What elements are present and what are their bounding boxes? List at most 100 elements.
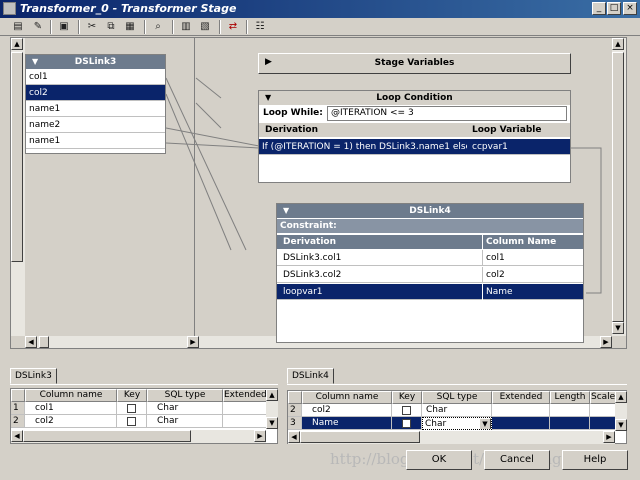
scroll-left-icon[interactable]: ◀ — [288, 431, 300, 443]
grid-horizontal-scrollbar[interactable]: ◀ ▶ — [288, 431, 615, 444]
grid-vertical-scrollbar[interactable]: ▲ ▼ — [615, 391, 627, 431]
paste-icon[interactable]: ▦ — [122, 20, 138, 34]
toolbar-separator — [246, 20, 248, 34]
key-checkbox[interactable] — [402, 406, 411, 415]
column-name-cell[interactable]: Name — [302, 417, 392, 430]
stage-variables-bar[interactable]: ▶ Stage Variables — [258, 53, 571, 74]
sql-type-value: Char — [425, 419, 447, 429]
column-name-cell[interactable]: col2 — [302, 404, 392, 417]
link-column[interactable]: col1 — [26, 69, 165, 85]
derivation-cell[interactable]: loopvar1 — [280, 284, 480, 300]
scroll-down-icon[interactable]: ▼ — [266, 417, 278, 429]
save-columns-icon[interactable]: ▧ — [197, 20, 213, 34]
constraint-row[interactable]: Constraint: — [277, 219, 583, 233]
scroll-left-icon[interactable]: ◀ — [11, 430, 23, 442]
stage-properties-icon[interactable]: ▤ — [10, 20, 26, 34]
scroll-up-icon[interactable]: ▲ — [615, 391, 627, 403]
sql-type-select[interactable]: Char ▼ — [422, 417, 492, 430]
sql-type-cell[interactable]: Char — [422, 404, 492, 417]
scroll-right-icon[interactable]: ▶ — [600, 336, 612, 348]
loop-variable-cell[interactable]: ccpvar1 — [469, 139, 508, 155]
loop-condition-header[interactable]: ▼ Loop Condition — [259, 91, 570, 105]
link-header[interactable]: ▼ DSLink3 — [26, 55, 165, 69]
right-pane-scrollbar[interactable]: ▲ ▼ — [612, 38, 626, 336]
loop-variable-header: Loop Variable — [472, 125, 542, 135]
link-title: DSLink4 — [409, 206, 451, 216]
scroll-thumb[interactable] — [23, 430, 191, 442]
mapping-line — [195, 77, 222, 99]
close-button[interactable]: × — [623, 2, 637, 15]
collapse-icon[interactable]: ▼ — [283, 204, 289, 218]
collapse-icon[interactable]: ▼ — [265, 91, 271, 105]
column-name-cell[interactable]: col2 — [482, 267, 505, 283]
tab-dslink3[interactable]: DSLink3 — [10, 368, 57, 384]
copy-icon[interactable]: ⧉ — [103, 20, 119, 34]
grid-vertical-scrollbar[interactable]: ▲ ▼ — [266, 389, 278, 429]
scale-cell[interactable] — [590, 417, 616, 430]
extended-cell[interactable] — [223, 415, 267, 428]
input-link-ordering-icon[interactable]: ☷ — [252, 20, 268, 34]
key-cell[interactable] — [392, 417, 422, 430]
column-name-cell[interactable]: col1 — [25, 402, 117, 415]
link-column[interactable]: col2 — [26, 85, 165, 101]
link-column[interactable]: name1 — [26, 101, 165, 117]
input-link-dslink3[interactable]: ▼ DSLink3 col1 col2 name1 name2 name1 — [25, 54, 166, 154]
grid-horizontal-scrollbar[interactable]: ◀ ▶ — [11, 430, 266, 443]
dropdown-arrow-icon[interactable]: ▼ — [479, 418, 491, 429]
key-checkbox[interactable] — [127, 404, 136, 413]
show-all-icon[interactable]: ▣ — [56, 20, 72, 34]
link-column[interactable]: name2 — [26, 117, 165, 133]
cancel-button[interactable]: Cancel — [484, 450, 550, 470]
scroll-thumb[interactable] — [612, 52, 624, 322]
scroll-up-icon[interactable]: ▲ — [266, 389, 278, 401]
sql-type-cell[interactable]: Char — [147, 415, 223, 428]
sql-type-cell[interactable]: Char — [147, 402, 223, 415]
tab-dslink4[interactable]: DSLink4 — [287, 368, 334, 384]
key-checkbox[interactable] — [127, 417, 136, 426]
load-columns-icon[interactable]: ▥ — [178, 20, 194, 34]
maximize-button[interactable]: □ — [607, 2, 621, 15]
output-row[interactable]: DSLink3.col1 col1 — [277, 250, 583, 266]
loop-while-input[interactable]: @ITERATION <= 3 — [327, 106, 567, 121]
column-name-cell[interactable]: col2 — [25, 415, 117, 428]
column-auto-match-icon[interactable]: ⇄ — [225, 20, 241, 34]
link-header[interactable]: ▼ DSLink4 — [277, 204, 583, 218]
derivation-cell[interactable]: DSLink3.col2 — [280, 267, 480, 283]
column-name-cell[interactable]: col1 — [482, 250, 505, 266]
extended-cell[interactable] — [492, 417, 550, 430]
loop-while-row: Loop While: @ITERATION <= 3 — [259, 106, 570, 122]
derivation-cell[interactable]: DSLink3.col1 — [280, 250, 480, 266]
extended-header: Extended — [223, 389, 267, 402]
find-icon[interactable]: ⌕ — [150, 20, 166, 34]
length-cell[interactable] — [550, 417, 590, 430]
scroll-up-icon[interactable]: ▲ — [612, 38, 624, 50]
scroll-right-icon[interactable]: ▶ — [187, 336, 199, 348]
key-cell[interactable] — [392, 404, 422, 417]
loop-derivation-cell[interactable]: If (@ITERATION = 1) then DSLink3.name1 e… — [259, 139, 467, 155]
scroll-right-icon[interactable]: ▶ — [254, 430, 266, 442]
cut-icon[interactable]: ✂ — [84, 20, 100, 34]
scroll-down-icon[interactable]: ▼ — [615, 419, 627, 431]
scroll-thumb[interactable] — [39, 336, 49, 348]
scroll-left-icon[interactable]: ◀ — [25, 336, 37, 348]
collapse-icon[interactable]: ▼ — [32, 55, 38, 69]
scale-cell[interactable] — [590, 404, 616, 417]
length-cell[interactable] — [550, 404, 590, 417]
ok-button[interactable]: OK — [406, 450, 472, 470]
scroll-thumb[interactable] — [300, 431, 420, 443]
link-column[interactable]: name1 — [26, 133, 165, 149]
key-cell[interactable] — [117, 415, 147, 428]
key-cell[interactable] — [117, 402, 147, 415]
extended-cell[interactable] — [492, 404, 550, 417]
column-name-cell[interactable]: Name — [482, 284, 513, 300]
loop-variable-row[interactable]: If (@ITERATION = 1) then DSLink3.name1 e… — [259, 139, 570, 155]
output-row[interactable]: loopvar1 Name — [277, 284, 583, 300]
help-button[interactable]: Help — [562, 450, 628, 470]
minimize-button[interactable]: _ — [592, 2, 606, 15]
constraints-icon[interactable]: ✎ — [30, 20, 46, 34]
output-row[interactable]: DSLink3.col2 col2 — [277, 267, 583, 283]
scroll-down-icon[interactable]: ▼ — [612, 322, 624, 334]
scroll-right-icon[interactable]: ▶ — [603, 431, 615, 443]
extended-cell[interactable] — [223, 402, 267, 415]
key-checkbox[interactable] — [402, 419, 411, 428]
